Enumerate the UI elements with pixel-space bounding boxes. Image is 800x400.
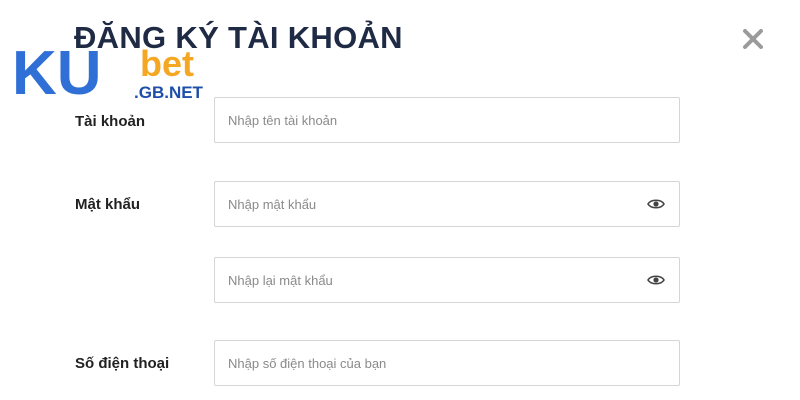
- phone-label: Số điện thoại: [75, 355, 170, 372]
- close-button[interactable]: [738, 24, 768, 54]
- password-field: [214, 181, 680, 227]
- confirm-password-input[interactable]: [215, 258, 679, 302]
- phone-input[interactable]: [215, 341, 679, 385]
- account-field: [214, 97, 680, 143]
- logo-domain-text: .GB.NET: [134, 83, 204, 102]
- account-input[interactable]: [215, 98, 679, 142]
- logo-ku-text: KU: [12, 39, 102, 104]
- close-icon: [743, 29, 763, 49]
- eye-icon[interactable]: [647, 273, 665, 287]
- password-label: Mật khẩu: [75, 196, 141, 213]
- logo-bet-text: bet: [140, 43, 194, 84]
- kubet-logo: KU bet .GB.NET: [8, 34, 218, 110]
- password-input[interactable]: [215, 182, 679, 226]
- register-dialog: ĐĂNG KÝ TÀI KHOẢN KU bet .GB.NET Tài kho…: [0, 0, 800, 400]
- account-label: Tài khoản: [75, 113, 146, 130]
- eye-icon[interactable]: [647, 197, 665, 211]
- phone-field: [214, 340, 680, 386]
- confirm-password-field: [214, 257, 680, 303]
